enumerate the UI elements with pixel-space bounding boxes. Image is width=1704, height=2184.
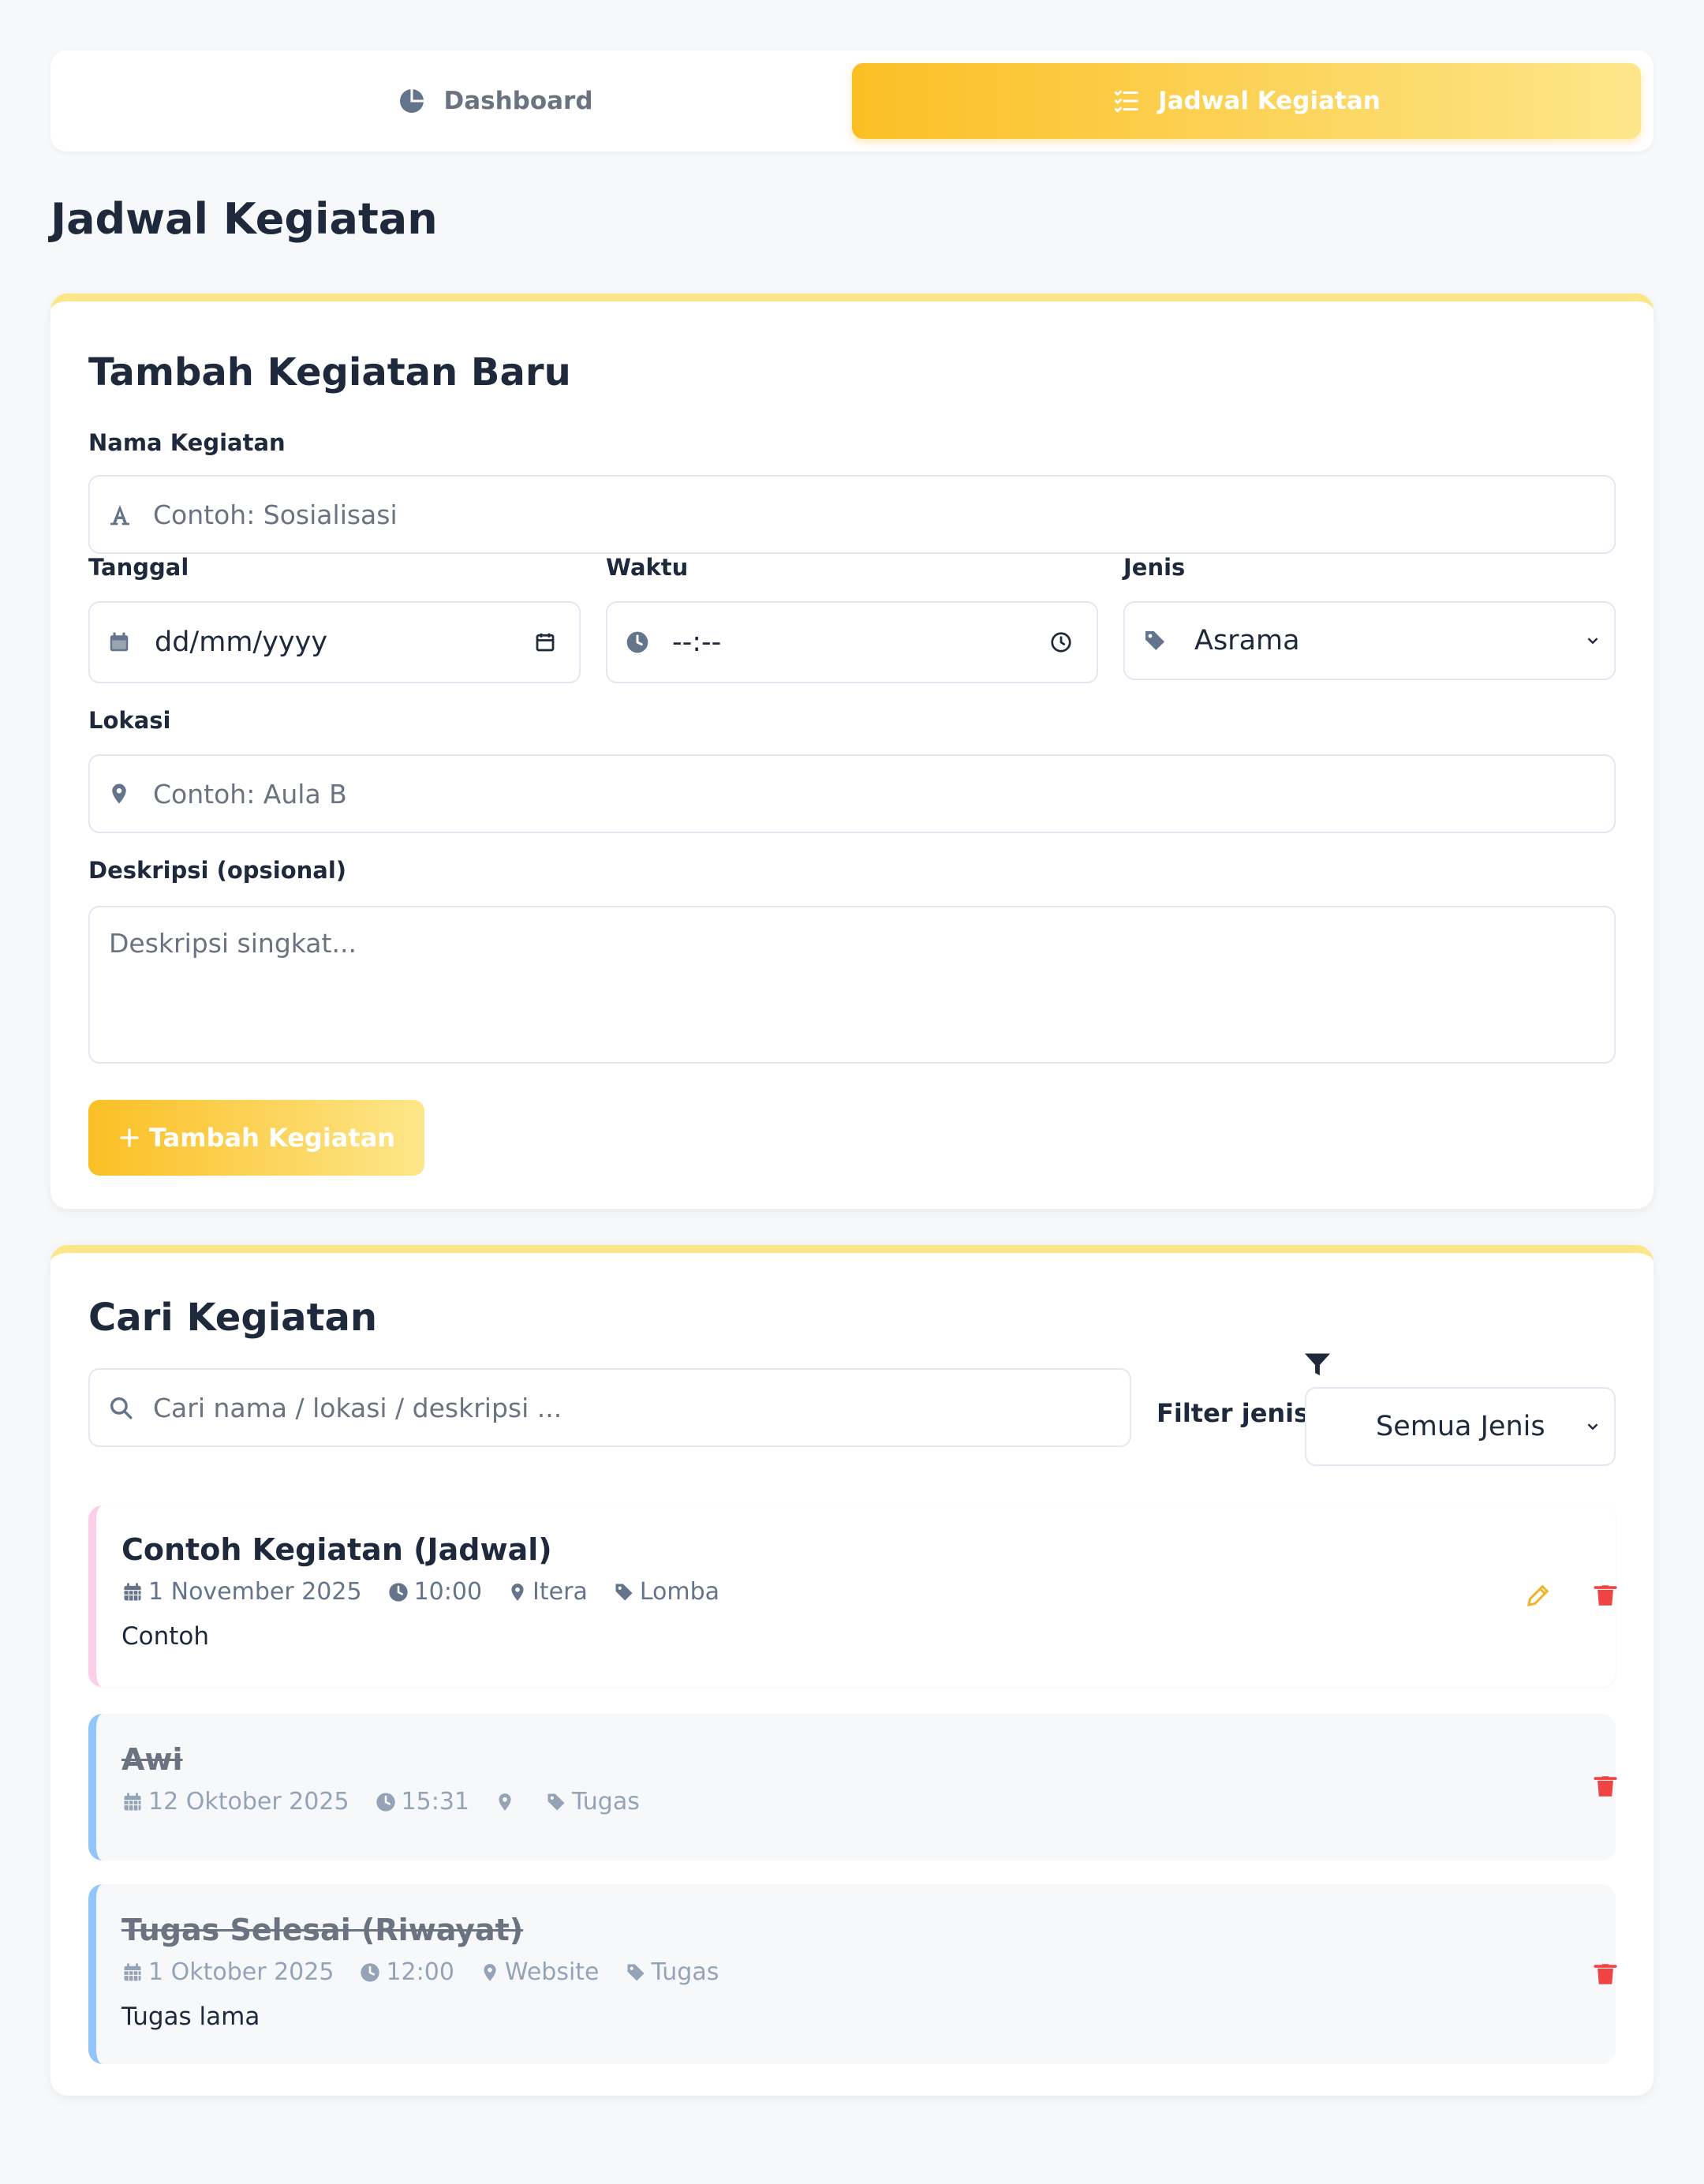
tag-icon: [615, 1584, 633, 1600]
activity-description: Tugas lama: [121, 2003, 260, 2031]
chevron-down-icon: [1584, 632, 1601, 649]
search-icon: [107, 1394, 134, 1421]
add-activity-label: Tambah Kegiatan: [148, 1123, 396, 1153]
search-activity-card: Cari Kegiatan Cari nama / lokasi / deskr…: [50, 1245, 1654, 2096]
list-check-icon: [1112, 87, 1141, 115]
trash-icon[interactable]: [1592, 1581, 1619, 1610]
pencil-icon[interactable]: [1524, 1581, 1553, 1610]
top-nav: Dashboard Jadwal Kegiatan: [50, 50, 1654, 151]
clock-icon: [376, 1792, 395, 1812]
nama-label: Nama Kegiatan: [88, 429, 286, 456]
deskripsi-textarea[interactable]: Deskripsi singkat...: [88, 906, 1616, 1064]
map-marker-icon: [107, 782, 131, 806]
activity-location: Itera: [532, 1578, 588, 1606]
pie-chart-icon: [398, 87, 426, 115]
deskripsi-placeholder: Deskripsi singkat...: [109, 928, 357, 959]
deskripsi-label: Deskripsi (opsional): [88, 857, 347, 884]
activity-time: 10:00: [413, 1578, 483, 1606]
tab-dashboard-label: Dashboard: [443, 87, 593, 115]
tag-icon: [627, 1964, 645, 1980]
plus-icon: [118, 1126, 141, 1150]
tanggal-label: Tanggal: [88, 554, 189, 581]
calendar-icon: [124, 1962, 141, 1980]
clock-icon: [361, 1962, 380, 1982]
activity-title: Awi: [121, 1742, 183, 1777]
calendar-icon: [124, 1792, 141, 1810]
clock-icon: [388, 1582, 408, 1602]
activity-date: 1 Oktober 2025: [148, 1958, 334, 1986]
tanggal-value: dd/mm/yyyy: [155, 626, 328, 658]
search-placeholder: Cari nama / lokasi / deskripsi ...: [153, 1392, 562, 1423]
time-picker-icon[interactable]: [1049, 630, 1073, 654]
tab-dashboard[interactable]: Dashboard: [101, 63, 890, 139]
jenis-label: Jenis: [1123, 554, 1186, 581]
nama-placeholder: Contoh: Sosialisasi: [153, 499, 398, 530]
activity-type: Tugas: [572, 1788, 640, 1816]
activity-date: 1 November 2025: [148, 1578, 362, 1606]
nama-input[interactable]: Contoh: Sosialisasi: [88, 475, 1616, 554]
filter-icon: [1303, 1352, 1332, 1378]
calendar-icon: [124, 1582, 141, 1600]
activity-item: Awi 12 Oktober 2025 15:31 Tugas: [88, 1714, 1619, 1861]
font-icon: [107, 502, 133, 527]
form-title: Tambah Kegiatan Baru: [88, 350, 571, 395]
calendar-icon: [107, 630, 131, 654]
activity-title: Contoh Kegiatan (Jadwal): [121, 1532, 552, 1567]
lokasi-label: Lokasi: [88, 707, 171, 734]
map-marker-icon: [511, 1583, 524, 1601]
waktu-label: Waktu: [606, 554, 689, 581]
clock-icon: [625, 630, 650, 655]
activity-type: Lomba: [639, 1578, 720, 1606]
add-activity-card: Tambah Kegiatan Baru Nama Kegiatan Conto…: [50, 294, 1654, 1209]
activity-date: 12 Oktober 2025: [148, 1788, 349, 1816]
trash-icon[interactable]: [1592, 1960, 1619, 1988]
activity-item: Contoh Kegiatan (Jadwal) 1 November 2025…: [88, 1505, 1619, 1687]
search-title: Cari Kegiatan: [88, 1296, 378, 1340]
map-marker-icon: [484, 1963, 496, 1981]
activity-meta: 1 November 2025 10:00 Itera Lomba: [121, 1578, 745, 1606]
activity-type: Tugas: [651, 1958, 719, 1986]
filter-value: Semua Jenis: [1376, 1411, 1545, 1442]
chevron-down-icon: [1584, 1418, 1601, 1435]
page-title: Jadwal Kegiatan: [50, 194, 438, 244]
tag-icon: [1142, 628, 1168, 653]
activity-location: Website: [504, 1958, 600, 1986]
search-input[interactable]: Cari nama / lokasi / deskripsi ...: [88, 1368, 1131, 1447]
trash-icon[interactable]: [1592, 1772, 1619, 1801]
activity-title: Tugas Selesai (Riwayat): [121, 1913, 524, 1947]
activity-meta: 12 Oktober 2025 15:31 Tugas: [121, 1788, 665, 1816]
activity-time: 12:00: [386, 1958, 454, 1986]
jenis-select[interactable]: Asrama: [1123, 601, 1616, 680]
lokasi-placeholder: Contoh: Aula B: [153, 778, 347, 810]
activity-time: 15:31: [401, 1788, 469, 1816]
filter-select[interactable]: Semua Jenis: [1305, 1387, 1616, 1466]
waktu-input[interactable]: --:--: [606, 601, 1098, 683]
lokasi-input[interactable]: Contoh: Aula B: [88, 754, 1616, 833]
activity-item: Tugas Selesai (Riwayat) 1 Oktober 2025 1…: [88, 1884, 1619, 2064]
map-marker-icon: [499, 1793, 511, 1811]
tag-icon: [547, 1793, 565, 1810]
calendar-picker-icon[interactable]: [533, 630, 557, 654]
activity-meta: 1 Oktober 2025 12:00 Website Tugas: [121, 1958, 744, 1986]
jenis-value: Asrama: [1194, 625, 1300, 656]
tab-jadwal-kegiatan[interactable]: Jadwal Kegiatan: [852, 63, 1641, 139]
filter-label: Filter jenis:: [1157, 1398, 1319, 1428]
tanggal-input[interactable]: dd/mm/yyyy: [88, 601, 581, 683]
activity-description: Contoh: [121, 1622, 210, 1651]
tab-jadwal-label: Jadwal Kegiatan: [1158, 87, 1381, 115]
add-activity-button[interactable]: Tambah Kegiatan: [88, 1100, 424, 1176]
waktu-value: --:--: [672, 626, 722, 658]
